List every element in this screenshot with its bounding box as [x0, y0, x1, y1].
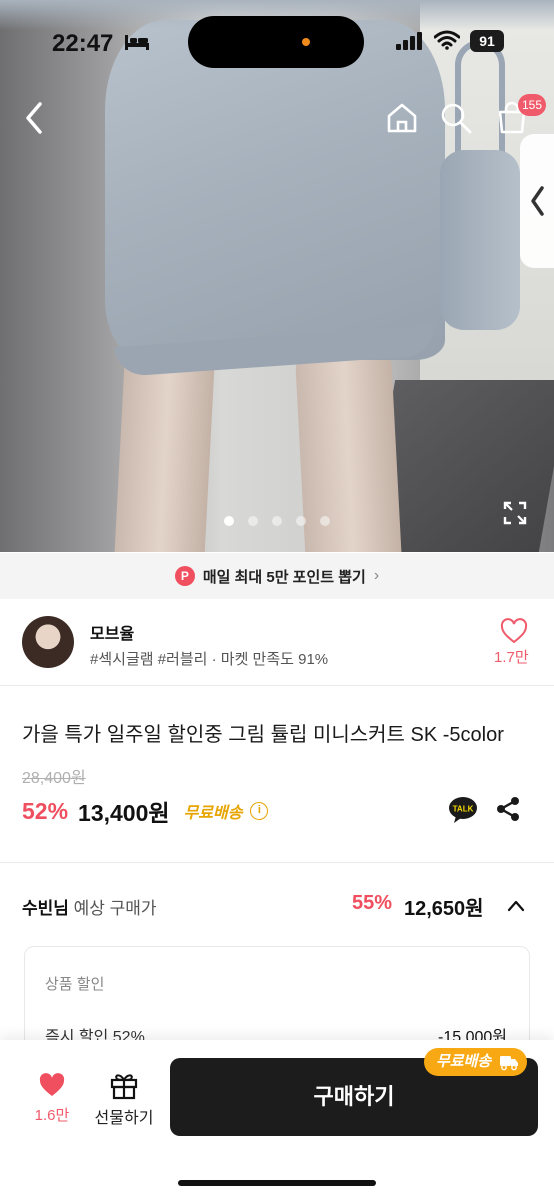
- pagination-dot[interactable]: [224, 516, 234, 526]
- gift-icon: [110, 1074, 138, 1100]
- expected-discount: 55%: [352, 892, 393, 914]
- free-shipping-label: 무료배송: [183, 805, 243, 822]
- gallery-pagination: [224, 516, 330, 526]
- free-shipping-tag-text: 무료배송: [436, 1053, 492, 1070]
- image-bag: [440, 150, 520, 330]
- seller-name[interactable]: 모브율: [90, 620, 134, 644]
- chevron-up-icon[interactable]: [506, 896, 526, 916]
- expected-label-text: 예상 구매가: [68, 899, 157, 918]
- gift-label: 선물하기: [94, 1110, 154, 1127]
- battery-indicator: 91: [470, 30, 504, 52]
- pagination-dot[interactable]: [296, 516, 306, 526]
- seller-like-count: 1.7만: [494, 649, 529, 666]
- status-time: 22:47: [52, 30, 114, 57]
- signal-icon: [396, 32, 422, 50]
- expected-price: 12,650원: [404, 898, 484, 920]
- seller-tags: #섹시글램 #러블리 · 마켓 만족도 91%: [90, 651, 329, 668]
- user-name: 수빈님: [22, 899, 69, 918]
- wifi-icon: [434, 30, 460, 50]
- expand-icon[interactable]: [502, 500, 528, 526]
- sale-price: 13,400원: [78, 800, 170, 826]
- section-divider: [0, 862, 554, 863]
- seller-avatar[interactable]: [22, 616, 74, 668]
- heart-filled-icon: [39, 1073, 65, 1096]
- search-icon[interactable]: [438, 100, 474, 136]
- pagination-dot[interactable]: [320, 516, 330, 526]
- wish-button[interactable]: 1.6만: [30, 1072, 74, 1125]
- price-row: 52% 13,400원 무료배송 i: [22, 794, 269, 828]
- sleep-icon: [125, 35, 149, 50]
- gift-button[interactable]: 선물하기: [92, 1070, 156, 1128]
- heart-outline-icon[interactable]: [500, 618, 528, 644]
- point-event-banner[interactable]: P 매일 최대 5만 포인트 뽑기 ›: [0, 553, 554, 599]
- home-icon[interactable]: [384, 100, 420, 136]
- pagination-dot[interactable]: [272, 516, 282, 526]
- home-indicator[interactable]: [178, 1180, 376, 1186]
- status-bar: 22:47 91: [0, 0, 554, 80]
- kakao-talk-icon[interactable]: TALK: [448, 796, 478, 824]
- pagination-dot[interactable]: [248, 516, 258, 526]
- expected-price-row[interactable]: 수빈님 예상 구매가 55% 12,650원: [22, 892, 532, 920]
- detail-heading: 상품 할인: [45, 976, 105, 993]
- product-image[interactable]: [0, 0, 554, 552]
- info-icon[interactable]: i: [250, 802, 269, 820]
- chevron-left-icon: [531, 186, 544, 216]
- expected-price-label: 수빈님 예상 구매가: [22, 894, 157, 919]
- point-banner-text: 매일 최대 5만 포인트 뽑기: [202, 568, 366, 586]
- side-panel-handle[interactable]: [520, 134, 554, 268]
- wish-count: 1.6만: [34, 1107, 70, 1124]
- cart-count-badge: 155: [518, 94, 547, 116]
- truck-icon: [500, 1056, 519, 1071]
- point-icon: P: [174, 566, 195, 586]
- dynamic-island: [188, 16, 364, 68]
- chevron-right-icon: ›: [373, 567, 380, 584]
- svg-text:TALK: TALK: [453, 805, 474, 814]
- bottom-action-bar: 1.6만 선물하기 구매하기 무료배송: [0, 1040, 554, 1200]
- share-icon[interactable]: [496, 796, 520, 822]
- original-price: 28,400원: [22, 770, 86, 787]
- free-shipping-tag: 무료배송: [424, 1048, 528, 1076]
- back-icon[interactable]: [18, 98, 54, 138]
- seller-section[interactable]: 모브율 #섹시글램 #러블리 · 마켓 만족도 91% 1.7만: [0, 600, 554, 686]
- product-title: 가을 특가 일주일 할인중 그림 튤립 미니스커트 SK -5color: [22, 724, 504, 746]
- discount-rate: 52%: [22, 797, 69, 824]
- recording-dot-icon: [302, 38, 310, 46]
